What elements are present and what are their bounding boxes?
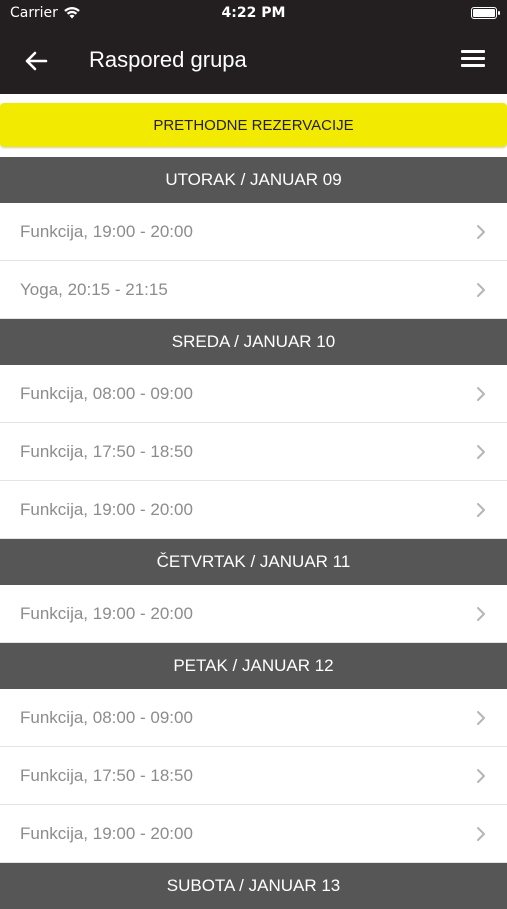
day-header: SREDA / JANUAR 10 (0, 319, 507, 365)
chevron-right-icon (475, 825, 487, 843)
class-row[interactable]: Funkcija, 17:50 - 18:50 (0, 747, 507, 805)
class-row[interactable]: Funkcija, 19:00 - 20:00 (0, 203, 507, 261)
chevron-right-icon (475, 223, 487, 241)
class-label: Funkcija, 19:00 - 20:00 (20, 221, 193, 241)
class-label: Yoga, 20:15 - 21:15 (20, 279, 168, 299)
battery-icon (471, 7, 500, 19)
class-row[interactable]: Funkcija, 19:00 - 20:00 (0, 481, 507, 539)
class-label: Funkcija, 17:50 - 18:50 (20, 765, 193, 785)
day-header: PETAK / JANUAR 12 (0, 643, 507, 689)
day-header: ČETVRTAK / JANUAR 11 (0, 539, 507, 585)
class-row[interactable]: Funkcija, 17:50 - 18:50 (0, 423, 507, 481)
back-button[interactable] (22, 48, 50, 74)
class-row[interactable]: Funkcija, 08:00 - 09:00 (0, 689, 507, 747)
status-time: 4:22 PM (221, 5, 286, 21)
status-bar: Carrier 4:22 PM (0, 0, 507, 28)
menu-button[interactable] (461, 50, 485, 70)
hamburger-icon (461, 50, 485, 53)
previous-reservations-button[interactable]: PRETHODNE REZERVACIJE (0, 103, 507, 147)
chevron-right-icon (475, 605, 487, 623)
chevron-right-icon (475, 443, 487, 461)
class-row[interactable]: Yoga, 20:15 - 21:15 (0, 261, 507, 319)
class-label: Funkcija, 19:00 - 20:00 (20, 499, 193, 519)
day-header: UTORAK / JANUAR 09 (0, 157, 507, 203)
class-label: Funkcija, 19:00 - 20:00 (20, 823, 193, 843)
nav-bar: Raspored grupa (0, 28, 507, 94)
page-title: Raspored grupa (89, 47, 247, 72)
class-label: Funkcija, 08:00 - 09:00 (20, 383, 193, 403)
class-row[interactable]: Funkcija, 19:00 - 20:00 (0, 585, 507, 643)
class-row[interactable]: Funkcija, 19:00 - 20:00 (0, 805, 507, 863)
class-label: Funkcija, 19:00 - 20:00 (20, 603, 193, 623)
class-row[interactable]: Funkcija, 08:00 - 09:00 (0, 365, 507, 423)
schedule-list: UTORAK / JANUAR 09 Funkcija, 19:00 - 20:0… (0, 157, 507, 909)
class-label: Funkcija, 08:00 - 09:00 (20, 707, 193, 727)
chevron-right-icon (475, 385, 487, 403)
day-header: SUBOTA / JANUAR 13 (0, 863, 507, 909)
chevron-right-icon (475, 767, 487, 785)
chevron-right-icon (475, 501, 487, 519)
class-label: Funkcija, 17:50 - 18:50 (20, 441, 193, 461)
arrow-left-icon (25, 51, 48, 71)
chevron-right-icon (475, 709, 487, 727)
chevron-right-icon (475, 281, 487, 299)
